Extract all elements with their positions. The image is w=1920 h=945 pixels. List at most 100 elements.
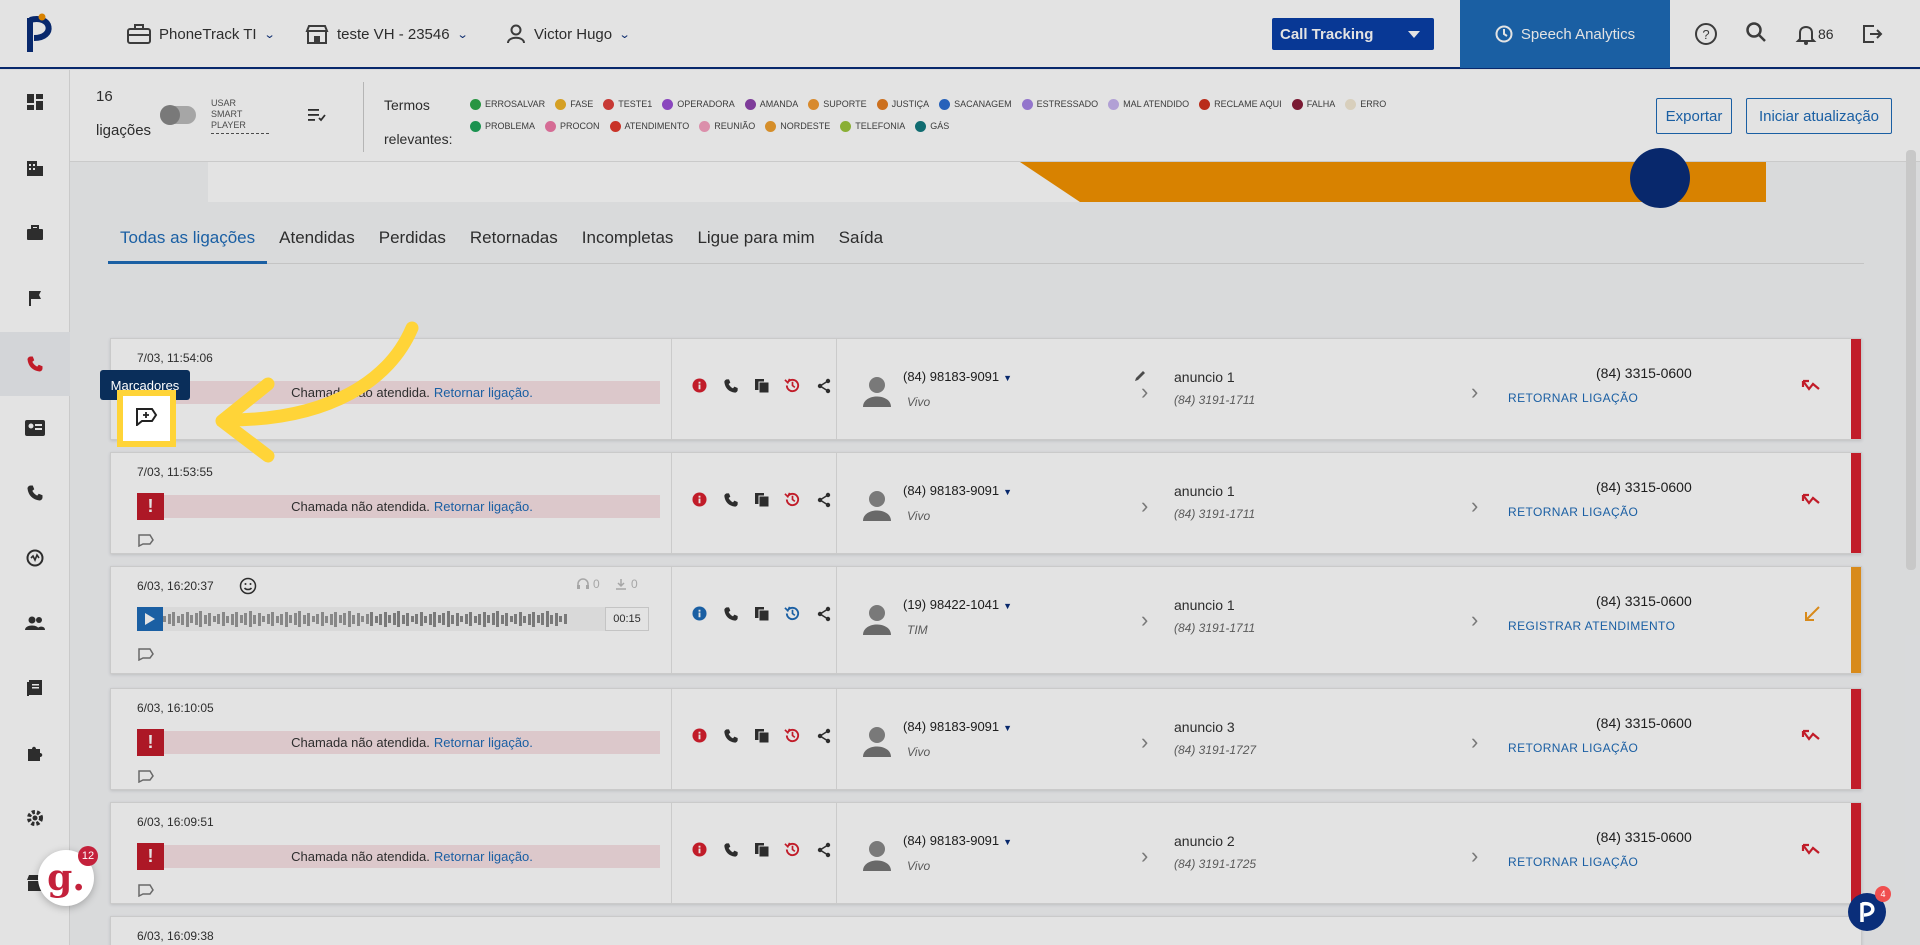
sidebar-speech-icon[interactable] [23,546,47,570]
term-chip[interactable]: ERROSALVAR [470,96,545,112]
term-chip[interactable]: FASE [555,96,593,112]
tag-icon[interactable] [137,647,155,661]
sidebar-phone-icon[interactable] [23,481,47,505]
speech-analytics-button[interactable]: Speech Analytics [1460,0,1670,68]
copy-icon[interactable] [753,841,770,858]
tag-icon[interactable] [137,883,155,897]
smile-icon[interactable] [239,577,257,595]
caller-number[interactable]: (84) 98183-9091 ▼ [903,719,1012,734]
history-icon[interactable] [784,727,801,744]
sidebar-dashboard-icon[interactable] [23,90,47,114]
call-action-link[interactable]: RETORNAR LIGAÇÃO [1508,391,1638,405]
copy-icon[interactable] [753,727,770,744]
term-chip[interactable]: SACANAGEM [939,96,1012,112]
term-chip[interactable]: ERRO [1345,96,1386,112]
tab-outbound[interactable]: Saída [827,224,895,264]
copy-icon[interactable] [753,605,770,622]
call-card[interactable]: 6/03, 16:09:51! Chamada não atendida. Reto… [110,802,1862,904]
sidebar-flag-icon[interactable] [23,286,47,310]
caller-dropdown-icon[interactable]: ▼ [1003,373,1012,383]
export-button[interactable]: Exportar [1656,98,1732,134]
info-icon[interactable] [691,727,708,744]
store-selector[interactable]: teste VH - 23546 ⌄ [305,22,468,46]
caller-number[interactable]: (84) 98183-9091 ▼ [903,369,1012,384]
tab-all-calls[interactable]: Todas as ligações [108,224,268,264]
sidebar-building-icon[interactable] [23,156,47,180]
share-icon[interactable] [815,727,832,744]
caller-dropdown-icon[interactable]: ▼ [1003,837,1012,847]
sidebar-calls-active[interactable] [0,332,70,396]
term-chip[interactable]: NORDESTE [765,118,830,134]
return-call-link[interactable]: Retornar ligação. [434,849,533,864]
term-chip[interactable]: JUSTIÇA [876,96,929,112]
caller-number[interactable]: (84) 98183-9091 ▼ [903,483,1012,498]
term-chip[interactable]: GÁS [915,118,949,134]
term-chip[interactable]: TESTE1 [603,96,652,112]
markers-highlight[interactable] [117,390,176,447]
call-action-link[interactable]: RETORNAR LIGAÇÃO [1508,505,1638,519]
call-action-link[interactable]: REGISTRAR ATENDIMENTO [1508,619,1675,633]
search-icon[interactable] [1744,20,1768,44]
info-icon[interactable] [691,377,708,394]
sort-filter-icon[interactable] [308,108,326,122]
tab-returned[interactable]: Retornadas [458,224,570,264]
info-icon[interactable] [691,491,708,508]
share-icon[interactable] [815,841,832,858]
start-update-button[interactable]: Iniciar atualização [1746,98,1892,134]
term-chip[interactable]: FALHA [1291,96,1335,112]
caller-number[interactable]: (19) 98422-1041 ▼ [903,597,1012,612]
sidebar-contact-card-icon[interactable] [23,416,47,440]
caller-number[interactable]: (84) 98183-9091 ▼ [903,833,1012,848]
sidebar-users-icon[interactable] [23,611,47,635]
call-card[interactable]: 6/03, 16:09:38 [110,916,1862,945]
share-icon[interactable] [815,605,832,622]
info-icon[interactable] [691,841,708,858]
play-button[interactable] [137,607,163,631]
term-chip[interactable]: SUPORTE [808,96,867,112]
tag-icon[interactable] [137,769,155,783]
help-icon[interactable]: ? [1694,22,1718,46]
smart-player-toggle[interactable] [160,105,196,125]
call-card[interactable]: 6/03, 16:10:05! Chamada não atendida. Reto… [110,688,1862,790]
logout-icon[interactable] [1860,22,1884,46]
tab-call-me[interactable]: Ligue para mim [685,224,826,264]
call-card[interactable]: 7/03, 11:54:06!Chamada não atendida.Reto… [110,338,1862,440]
term-chip[interactable]: ESTRESSADO [1021,96,1098,112]
call-action-link[interactable]: RETORNAR LIGAÇÃO [1508,855,1638,869]
tab-missed[interactable]: Perdidas [367,224,458,264]
module-select[interactable]: Call Tracking [1272,18,1434,50]
history-icon[interactable] [784,491,801,508]
sidebar-briefcase-icon[interactable] [23,221,47,245]
sidebar-settings-icon[interactable] [23,806,47,830]
history-icon[interactable] [784,605,801,622]
caller-dropdown-icon[interactable]: ▼ [1003,723,1012,733]
share-icon[interactable] [815,491,832,508]
call-card[interactable]: 7/03, 11:53:55! Chamada não atendida. Reto… [110,452,1862,554]
history-icon[interactable] [784,377,801,394]
return-call-link[interactable]: Retornar ligação. [434,735,533,750]
call-icon[interactable] [722,727,739,744]
call-action-link[interactable]: RETORNAR LIGAÇÃO [1508,741,1638,755]
term-chip[interactable]: PROCON [545,118,600,134]
term-chip[interactable]: RECLAME AQUI [1199,96,1282,112]
term-chip[interactable]: MAL ATENDIDO [1108,96,1189,112]
sidebar-book-icon[interactable] [23,676,47,700]
caller-dropdown-icon[interactable]: ▼ [1003,601,1012,611]
info-icon[interactable] [691,605,708,622]
term-chip[interactable]: AMANDA [744,96,798,112]
tab-answered[interactable]: Atendidas [267,224,367,264]
scrollbar[interactable] [1906,150,1916,570]
copy-icon[interactable] [753,491,770,508]
call-icon[interactable] [722,841,739,858]
account-selector[interactable]: PhoneTrack TI ⌄ [127,22,275,46]
sidebar-puzzle-icon[interactable] [23,741,47,765]
bell-icon[interactable] [1794,22,1818,46]
return-call-link[interactable]: Retornar ligação. [434,499,533,514]
call-icon[interactable] [722,491,739,508]
tag-icon[interactable] [137,533,155,547]
audio-waveform[interactable] [163,607,605,631]
term-chip[interactable]: ATENDIMENTO [609,118,689,134]
history-icon[interactable] [784,841,801,858]
call-icon[interactable] [722,377,739,394]
phonetrack-logo[interactable] [22,12,58,54]
